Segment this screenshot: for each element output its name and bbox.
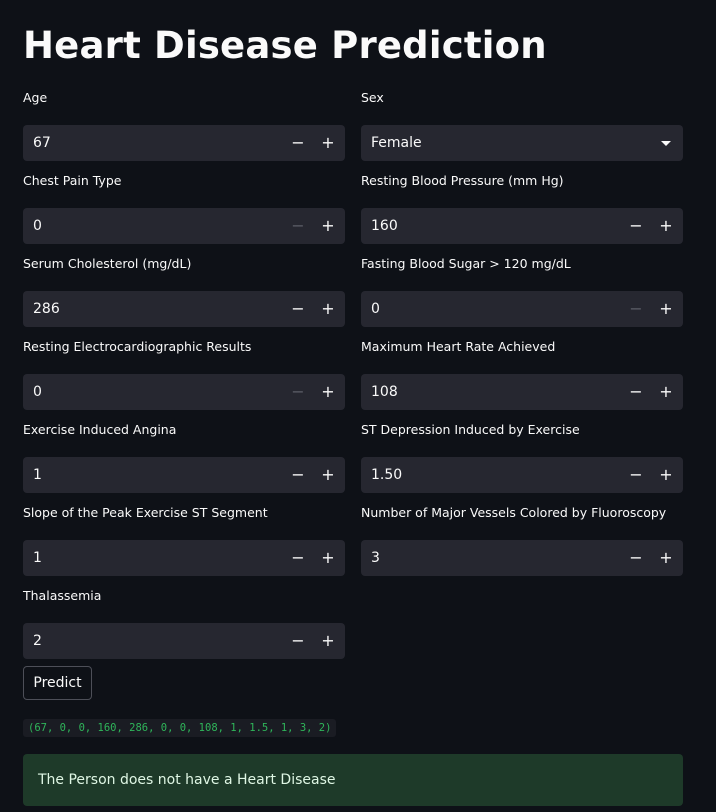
resting-bp-decrement-button[interactable]: − (621, 208, 651, 244)
max-heart-rate-label: Maximum Heart Rate Achieved (361, 339, 556, 354)
st-depression-field: ST Depression Induced by Exercise 1.50 −… (361, 420, 683, 493)
resting-bp-increment-button[interactable]: + (651, 208, 681, 244)
age-field: Age 67 − + (23, 88, 345, 161)
sex-value[interactable]: Female (371, 125, 422, 161)
age-increment-button[interactable]: + (313, 125, 343, 161)
exercise-angina-value[interactable]: 1 (33, 457, 42, 493)
input-tuple-code: (67, 0, 0, 160, 286, 0, 0, 108, 1, 1.5, … (23, 719, 337, 737)
resting-ecg-input[interactable]: 0 − + (23, 374, 345, 410)
st-slope-input[interactable]: 1 − + (23, 540, 345, 576)
max-heart-rate-decrement-button[interactable]: − (621, 374, 651, 410)
prediction-result-text: The Person does not have a Heart Disease (38, 772, 336, 788)
thalassemia-input[interactable]: 2 − + (23, 623, 345, 659)
chevron-down-icon[interactable] (661, 141, 671, 146)
thalassemia-value[interactable]: 2 (33, 623, 42, 659)
thalassemia-increment-button[interactable]: + (313, 623, 343, 659)
thalassemia-field: Thalassemia 2 − + (23, 586, 345, 659)
resting-bp-label: Resting Blood Pressure (mm Hg) (361, 173, 564, 188)
chest-pain-field: Chest Pain Type 0 − + (23, 171, 345, 244)
resting-bp-value[interactable]: 160 (371, 208, 398, 244)
age-label: Age (23, 90, 48, 105)
fasting-blood-sugar-decrement-button[interactable]: − (621, 291, 651, 327)
predict-button[interactable]: Predict (23, 666, 92, 700)
page-title: Heart Disease Prediction (23, 24, 547, 67)
chest-pain-decrement-button[interactable]: − (283, 208, 313, 244)
thalassemia-decrement-button[interactable]: − (283, 623, 313, 659)
st-slope-decrement-button[interactable]: − (283, 540, 313, 576)
major-vessels-label: Number of Major Vessels Colored by Fluor… (361, 505, 667, 520)
st-depression-increment-button[interactable]: + (651, 457, 681, 493)
st-slope-label: Slope of the Peak Exercise ST Segment (23, 505, 268, 520)
resting-ecg-decrement-button[interactable]: − (283, 374, 313, 410)
major-vessels-decrement-button[interactable]: − (621, 540, 651, 576)
thalassemia-label: Thalassemia (23, 588, 102, 603)
cholesterol-decrement-button[interactable]: − (283, 291, 313, 327)
st-depression-decrement-button[interactable]: − (621, 457, 651, 493)
cholesterol-increment-button[interactable]: + (313, 291, 343, 327)
max-heart-rate-increment-button[interactable]: + (651, 374, 681, 410)
st-slope-field: Slope of the Peak Exercise ST Segment 1 … (23, 503, 345, 576)
cholesterol-field: Serum Cholesterol (mg/dL) 286 − + (23, 254, 345, 327)
st-depression-label: ST Depression Induced by Exercise (361, 422, 580, 437)
major-vessels-field: Number of Major Vessels Colored by Fluor… (361, 503, 683, 576)
resting-bp-input[interactable]: 160 − + (361, 208, 683, 244)
resting-ecg-value[interactable]: 0 (33, 374, 42, 410)
st-slope-value[interactable]: 1 (33, 540, 42, 576)
sex-select[interactable]: Female (361, 125, 683, 161)
chest-pain-increment-button[interactable]: + (313, 208, 343, 244)
max-heart-rate-input[interactable]: 108 − + (361, 374, 683, 410)
resting-ecg-label: Resting Electrocardiographic Results (23, 339, 252, 354)
age-input[interactable]: 67 − + (23, 125, 345, 161)
cholesterol-value[interactable]: 286 (33, 291, 60, 327)
chest-pain-input[interactable]: 0 − + (23, 208, 345, 244)
chest-pain-label: Chest Pain Type (23, 173, 122, 188)
resting-bp-field: Resting Blood Pressure (mm Hg) 160 − + (361, 171, 683, 244)
exercise-angina-decrement-button[interactable]: − (283, 457, 313, 493)
fasting-blood-sugar-field: Fasting Blood Sugar > 120 mg/dL 0 − + (361, 254, 683, 327)
sex-field: Sex Female (361, 88, 683, 161)
exercise-angina-increment-button[interactable]: + (313, 457, 343, 493)
resting-ecg-field: Resting Electrocardiographic Results 0 −… (23, 337, 345, 410)
cholesterol-input[interactable]: 286 − + (23, 291, 345, 327)
chest-pain-value[interactable]: 0 (33, 208, 42, 244)
fasting-blood-sugar-value[interactable]: 0 (371, 291, 380, 327)
major-vessels-value[interactable]: 3 (371, 540, 380, 576)
max-heart-rate-value[interactable]: 108 (371, 374, 398, 410)
major-vessels-input[interactable]: 3 − + (361, 540, 683, 576)
age-value[interactable]: 67 (33, 125, 51, 161)
st-depression-input[interactable]: 1.50 − + (361, 457, 683, 493)
resting-ecg-increment-button[interactable]: + (313, 374, 343, 410)
fasting-blood-sugar-increment-button[interactable]: + (651, 291, 681, 327)
exercise-angina-field: Exercise Induced Angina 1 − + (23, 420, 345, 493)
cholesterol-label: Serum Cholesterol (mg/dL) (23, 256, 192, 271)
sex-label: Sex (361, 90, 384, 105)
fasting-blood-sugar-input[interactable]: 0 − + (361, 291, 683, 327)
max-heart-rate-field: Maximum Heart Rate Achieved 108 − + (361, 337, 683, 410)
fasting-blood-sugar-label: Fasting Blood Sugar > 120 mg/dL (361, 256, 571, 271)
major-vessels-increment-button[interactable]: + (651, 540, 681, 576)
prediction-result-alert: The Person does not have a Heart Disease (23, 754, 683, 806)
st-depression-value[interactable]: 1.50 (371, 457, 402, 493)
st-slope-increment-button[interactable]: + (313, 540, 343, 576)
exercise-angina-label: Exercise Induced Angina (23, 422, 177, 437)
exercise-angina-input[interactable]: 1 − + (23, 457, 345, 493)
age-decrement-button[interactable]: − (283, 125, 313, 161)
